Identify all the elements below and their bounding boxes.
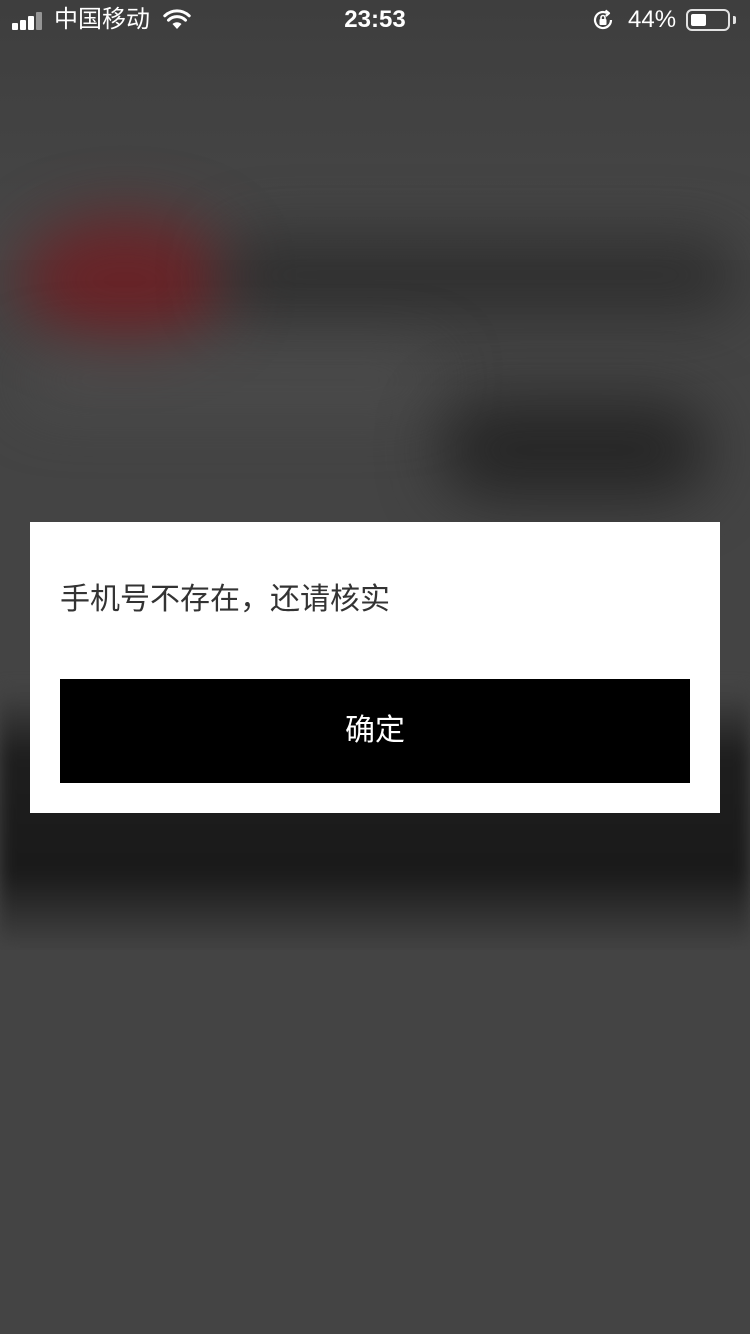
wifi-icon bbox=[163, 9, 191, 29]
background-light-strip bbox=[20, 350, 440, 410]
signal-icon bbox=[12, 12, 46, 30]
confirm-button[interactable]: 确定 bbox=[60, 679, 690, 783]
background-bottom bbox=[0, 950, 750, 1334]
dialog-message: 手机号不存在，还请核实 bbox=[60, 582, 390, 617]
battery-tip bbox=[733, 16, 736, 24]
battery-icon bbox=[686, 9, 730, 31]
phone-screen: 中国移动 23:53 44% 手机号不存在，还请核实 确定 bbox=[0, 0, 750, 1334]
carrier-name: 中国移动 bbox=[54, 6, 150, 33]
alert-dialog: 手机号不存在，还请核实 确定 bbox=[30, 522, 720, 813]
background-red-blob bbox=[20, 215, 230, 345]
status-bar: 中国移动 23:53 44% bbox=[0, 0, 750, 40]
background-dark-pill bbox=[440, 400, 710, 500]
rotation-lock-icon bbox=[593, 9, 613, 30]
battery-percentage: 44% bbox=[628, 6, 677, 33]
battery-fill bbox=[691, 14, 706, 26]
background-dark-band bbox=[220, 235, 740, 315]
